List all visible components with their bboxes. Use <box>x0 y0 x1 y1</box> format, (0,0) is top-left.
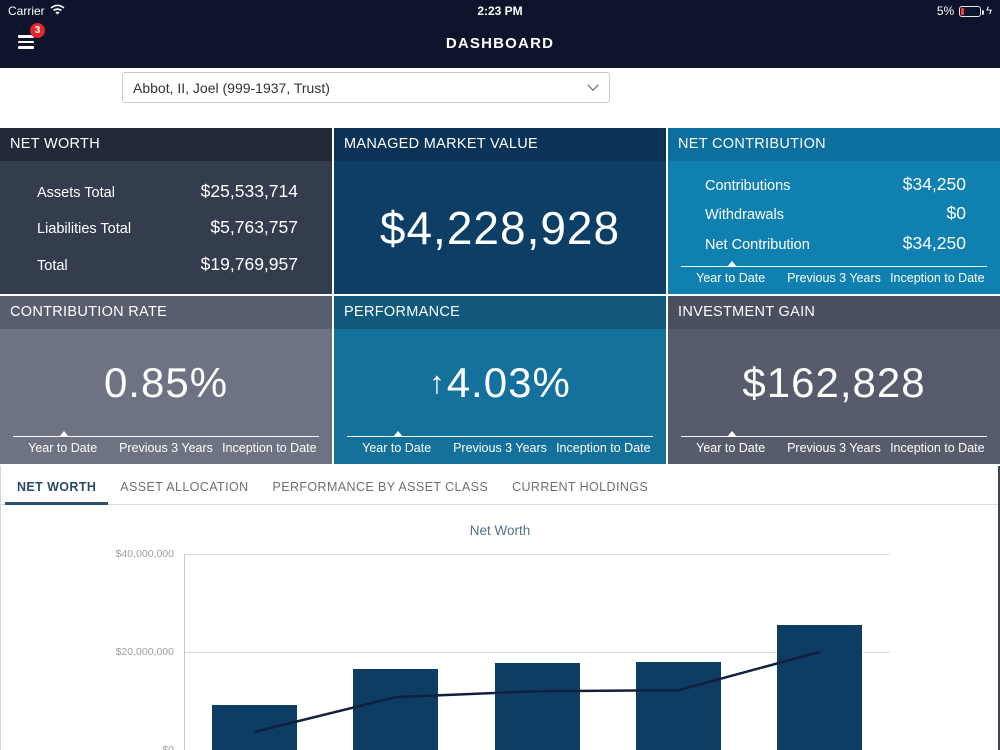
section-tabs: NET WORTH ASSET ALLOCATION PERFORMANCE B… <box>1 466 998 505</box>
active-period-marker-icon <box>392 431 403 437</box>
tile-row: Assets Total $25,533,714 <box>37 181 298 202</box>
row-label: Contributions <box>705 177 791 194</box>
entity-select-value: Abbot, II, Joel (999-1937, Trust) <box>133 79 330 96</box>
tab-current-holdings[interactable]: CURRENT HOLDINGS <box>500 478 660 504</box>
battery-level-fill <box>961 7 965 15</box>
battery-percent: 5% <box>936 4 955 18</box>
battery-icon <box>959 5 985 17</box>
status-bar: Carrier 2:23 PM 5% ϟ <box>0 0 1000 22</box>
tile-title: NET WORTH <box>0 128 332 161</box>
period-tab-inception-to-date[interactable]: Inception to Date <box>552 441 655 455</box>
period-selector: Year to Date Previous 3 Years Inception … <box>0 431 332 464</box>
period-tab-previous-3-years[interactable]: Previous 3 Years <box>114 441 217 455</box>
tab-net-worth[interactable]: NET WORTH <box>5 478 109 505</box>
period-selector: Year to Date Previous 3 Years Inception … <box>668 261 1000 294</box>
tile-row: Total $19,769,957 <box>37 254 298 275</box>
period-tab-year-to-date[interactable]: Year to Date <box>679 271 782 285</box>
row-label: Net Contribution <box>705 236 810 253</box>
row-value: $0 <box>946 203 966 223</box>
tile-title: PERFORMANCE <box>334 296 666 329</box>
row-label: Total <box>37 257 68 274</box>
period-selector: Year to Date Previous 3 Years Inception … <box>668 431 1000 464</box>
dashboard-screen: Carrier 2:23 PM 5% ϟ 3 DASHBOARD Abbot, … <box>0 0 1000 750</box>
tile-performance: PERFORMANCE ↑ 4.03% Year to Date Previou… <box>334 296 666 464</box>
tile-row: Contributions $34,250 <box>705 174 966 195</box>
active-period-marker-icon <box>726 261 737 267</box>
row-value: $25,533,714 <box>200 180 298 201</box>
charging-bolt-icon: ϟ <box>986 4 992 17</box>
period-tab-inception-to-date[interactable]: Inception to Date <box>886 441 989 455</box>
period-tab-year-to-date[interactable]: Year to Date <box>679 441 782 455</box>
period-indicator-line <box>347 431 653 437</box>
tile-title: NET CONTRIBUTION <box>668 128 1000 161</box>
tile-title: CONTRIBUTION RATE <box>0 296 332 329</box>
active-period-marker-icon <box>58 431 69 437</box>
battery-nub <box>981 9 985 15</box>
row-value: $34,250 <box>902 173 966 194</box>
period-tab-previous-3-years[interactable]: Previous 3 Years <box>782 271 885 285</box>
tile-value: $4,228,928 <box>379 201 621 254</box>
tile-net-worth: NET WORTH Assets Total $25,533,714 Liabi… <box>0 128 332 294</box>
period-tab-year-to-date[interactable]: Year to Date <box>345 441 448 455</box>
tile-managed-market-value: MANAGED MARKET VALUE $4,228,928 <box>334 128 666 294</box>
kpi-tiles: NET WORTH Assets Total $25,533,714 Liabi… <box>0 128 1000 464</box>
arrow-up-icon: ↑ <box>429 364 445 400</box>
tile-value: 4.03% <box>446 358 571 406</box>
period-tab-previous-3-years[interactable]: Previous 3 Years <box>448 441 551 455</box>
period-indicator-line <box>13 431 319 437</box>
period-tab-previous-3-years[interactable]: Previous 3 Years <box>782 441 885 455</box>
period-tab-inception-to-date[interactable]: Inception to Date <box>886 271 989 285</box>
row-label: Assets Total <box>37 184 115 201</box>
period-selector: Year to Date Previous 3 Years Inception … <box>334 431 666 464</box>
tab-performance-by-asset-class[interactable]: PERFORMANCE BY ASSET CLASS <box>261 478 501 504</box>
tab-asset-allocation[interactable]: ASSET ALLOCATION <box>108 478 260 504</box>
nav-bar: 3 DASHBOARD <box>0 22 1000 68</box>
tile-title: INVESTMENT GAIN <box>668 296 1000 329</box>
row-value: $5,763,757 <box>210 217 298 237</box>
active-period-marker-icon <box>726 431 737 437</box>
clock: 2:23 PM <box>477 4 523 18</box>
entity-select[interactable]: Abbot, II, Joel (999-1937, Trust) <box>122 72 610 103</box>
row-label: Liabilities Total <box>37 221 132 237</box>
period-indicator-line <box>681 261 987 267</box>
tile-value: 0.85% <box>103 358 229 406</box>
period-tab-inception-to-date[interactable]: Inception to Date <box>218 441 321 455</box>
row-label: Withdrawals <box>705 207 784 223</box>
page-title: DASHBOARD <box>445 35 555 52</box>
period-indicator-line <box>681 431 987 437</box>
period-tab-year-to-date[interactable]: Year to Date <box>11 441 114 455</box>
tile-investment-gain: INVESTMENT GAIN $162,828 Year to Date Pr… <box>668 296 1000 464</box>
tile-row: Net Contribution $34,250 <box>705 233 966 254</box>
tile-contribution-rate: CONTRIBUTION RATE 0.85% Year to Date Pre… <box>0 296 332 464</box>
row-value: $19,769,957 <box>200 253 298 274</box>
tile-row: Withdrawals $0 <box>705 203 966 224</box>
tile-net-contribution: NET CONTRIBUTION Contributions $34,250 W… <box>668 128 1000 294</box>
row-value: $34,250 <box>902 232 966 253</box>
tile-title: MANAGED MARKET VALUE <box>334 128 666 161</box>
detail-panel: NET WORTH ASSET ALLOCATION PERFORMANCE B… <box>0 466 1000 750</box>
tile-value: $162,828 <box>742 358 926 406</box>
find-data-row: FIND DATA FOR Abbot, II, Joel (999-1937,… <box>0 68 1000 168</box>
tile-row: Liabilities Total $5,763,757 <box>37 217 298 238</box>
chevron-down-icon <box>587 79 599 91</box>
